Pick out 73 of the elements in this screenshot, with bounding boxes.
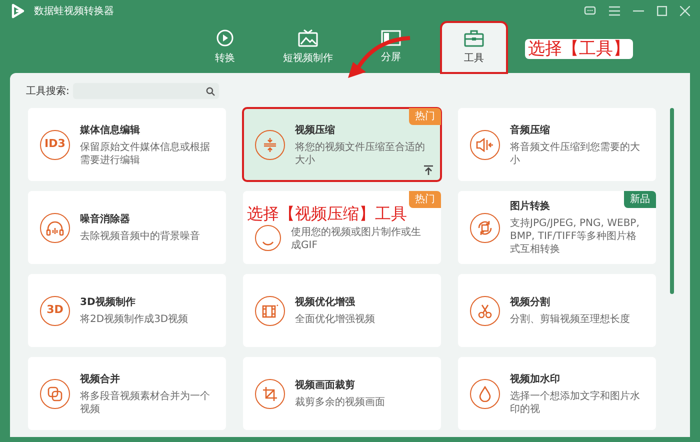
tool-tag: 热门 — [409, 191, 441, 208]
tool-tag: 热门 — [409, 108, 441, 125]
tool-title: 图片转换 — [510, 200, 551, 214]
tool-description: 将您的视频文件压缩至合适的大小 — [295, 140, 426, 166]
tool-description: 使用您的视频或图片制作或生成GIF — [291, 226, 422, 252]
crop-icon — [255, 378, 285, 408]
tool-description: 裁剪多余的视频画面 — [295, 396, 385, 409]
tool-description: 将2D视频制作成3D视频 — [80, 313, 188, 326]
tool-card[interactable]: 视频分割 分割、剪辑视频至理想长度 — [458, 274, 656, 347]
tool-title: 视频加水印 — [510, 372, 561, 386]
tool-title: 视频合并 — [80, 372, 121, 386]
window-title: 数据蛙视频转换器 — [34, 4, 114, 18]
tool-title: 噪音消除器 — [80, 212, 131, 227]
scrollbar[interactable] — [670, 108, 674, 294]
circle-icon — [255, 224, 281, 251]
annotation-text: 选择【工具】 — [525, 39, 633, 60]
tool-title: 3D视频制作 — [80, 296, 136, 310]
search-icon[interactable] — [206, 86, 216, 96]
compress-icon — [255, 130, 285, 160]
film-icon — [255, 296, 285, 326]
overlap-squares-icon — [40, 378, 70, 408]
tab[interactable]: 短视频制作 — [275, 22, 341, 73]
tool-title: 音频压缩 — [510, 123, 551, 138]
toolbox-icon — [464, 30, 484, 46]
split-screen-icon — [381, 30, 401, 46]
speaker-icon — [470, 130, 500, 160]
tool-title: 视频画面裁剪 — [295, 378, 356, 393]
app-logo-icon — [10, 3, 26, 19]
pin-top-icon[interactable] — [424, 165, 433, 175]
scissors-icon — [470, 296, 500, 326]
close-icon[interactable] — [680, 6, 690, 16]
icon-label: ID3 — [40, 130, 70, 160]
tool-title: 视频优化增强 — [295, 296, 356, 310]
tool-description: 支持JPG/JPEG, PNG, WEBP, BMP, TIF/TIFF等多种图片格式互相转换 — [510, 217, 640, 256]
menu-icon[interactable] — [609, 6, 620, 16]
icon-label: 3D — [40, 296, 70, 326]
tool-title: 视频压缩 — [295, 124, 336, 138]
tool-description: 将多段音视频素材合并为一个视频 — [80, 390, 211, 416]
tool-description: 去除视频音频中的背景噪音 — [80, 230, 200, 243]
tool-title: 视频分割 — [510, 296, 551, 310]
tab[interactable]: 分屏 — [358, 22, 424, 73]
tool-description: 将音频文件压缩到您需要的大小 — [510, 140, 641, 166]
tab[interactable]: 转换 — [192, 22, 258, 73]
droplet-icon — [470, 378, 500, 408]
tool-card[interactable]: 图片转换 支持JPG/JPEG, PNG, WEBP, BMP, TIF/TIFF等多种图片格式互相转换 新品 — [458, 191, 656, 264]
tool-description: 分割、剪辑视频至理想长度 — [510, 313, 630, 326]
tool-card[interactable]: 音频压缩 将音频文件压缩到您需要的大小 — [458, 108, 656, 181]
search-label: 工具搜索: — [26, 84, 70, 98]
chat-icon[interactable] — [584, 6, 596, 16]
tool-tag: 新品 — [624, 191, 656, 208]
tool-card[interactable]: 3D 3D视频制作 将2D视频制作成3D视频 — [28, 274, 226, 347]
tool-card[interactable]: 视频合并 将多段音视频素材合并为一个视频 — [28, 357, 226, 430]
tool-card[interactable]: 视频加水印 选择一个想添加文字和图片水印的视 — [458, 357, 656, 430]
tool-card[interactable]: 视频画面裁剪 裁剪多余的视频画面 — [243, 357, 441, 430]
convert-icon — [216, 29, 234, 47]
annotation-arrow — [348, 36, 410, 78]
tool-card[interactable]: 视频压缩 将您的视频文件压缩至合适的大小 热门 — [243, 108, 441, 181]
tab[interactable]: 工具 — [441, 22, 507, 73]
annotation-text: 选择【视频压缩】工具 — [247, 205, 407, 224]
tool-description: 全面优化增强视频 — [295, 313, 375, 326]
image-convert-icon — [470, 212, 500, 242]
tool-title: 媒体信息编辑 — [80, 124, 141, 138]
tool-description: 选择一个想添加文字和图片水印的视 — [510, 390, 641, 416]
tv-icon — [298, 29, 318, 47]
minimize-icon[interactable] — [633, 10, 644, 12]
search-field[interactable] — [73, 83, 220, 99]
tool-card[interactable]: 选择【视频压缩】工具 使用您的视频或图片制作或生成GIF 热门 — [243, 191, 441, 264]
maximize-icon[interactable] — [657, 6, 667, 16]
tool-description: 保留原始文件媒体信息或根据需要进行编辑 — [80, 140, 211, 166]
tool-card[interactable]: ID3 媒体信息编辑 保留原始文件媒体信息或根据需要进行编辑 — [28, 108, 226, 181]
headphones-icon — [40, 212, 70, 242]
tool-card[interactable]: 视频优化增强 全面优化增强视频 — [243, 274, 441, 347]
tool-card[interactable]: 噪音消除器 去除视频音频中的背景噪音 — [28, 191, 226, 264]
